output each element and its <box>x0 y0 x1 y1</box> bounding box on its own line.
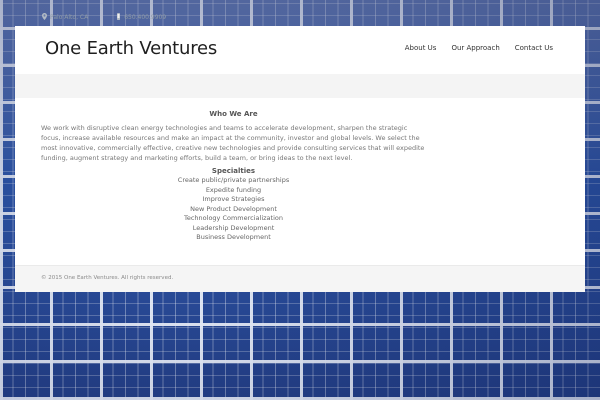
site-footer: © 2015 One Earth Ventures. All rights re… <box>15 265 585 292</box>
list-item: Leadership Development <box>192 223 275 232</box>
site-header: One Earth Ventures About Us Our Approach… <box>15 26 585 75</box>
list-item: New Product Development <box>190 204 277 213</box>
section-heading: Who We Are <box>209 110 258 118</box>
list-item: Create public/private partnerships <box>177 176 290 184</box>
page-title-band <box>15 74 585 99</box>
content-column: Who We Are We work with disruptive clean… <box>41 110 426 243</box>
site-logo-text[interactable]: One Earth Ventures <box>45 38 217 59</box>
list-item: Business Development <box>196 233 271 241</box>
specialties-heading: Specialties <box>211 167 256 175</box>
specialties-list: Create public/private partnerships Exped… <box>41 176 426 243</box>
nav-about-us[interactable]: About Us <box>405 44 437 52</box>
location-info: Palo Alto, CA <box>42 12 89 22</box>
top-contact-bar: Palo Alto, CA 650.400.9909 <box>15 8 585 26</box>
list-item: Improve Strategies <box>202 195 265 203</box>
phone-info[interactable]: 650.400.9909 <box>116 12 166 22</box>
phone-text[interactable]: 650.400.9909 <box>124 14 166 21</box>
list-item: Expedite funding <box>205 185 262 194</box>
nav-our-approach[interactable]: Our Approach <box>451 44 499 52</box>
map-pin-icon <box>42 12 47 22</box>
phone-icon <box>116 12 121 22</box>
main-content: Who We Are We work with disruptive clean… <box>15 98 585 265</box>
nav-contact-us[interactable]: Contact Us <box>515 44 553 52</box>
main-nav: About Us Our Approach Contact Us <box>390 44 553 52</box>
intro-paragraph: We work with disruptive clean energy tec… <box>41 124 425 162</box>
list-item: Technology Commercialization <box>183 214 283 222</box>
location-text: Palo Alto, CA <box>50 13 89 21</box>
copyright-text: © 2015 One Earth Ventures. All rights re… <box>41 275 174 281</box>
